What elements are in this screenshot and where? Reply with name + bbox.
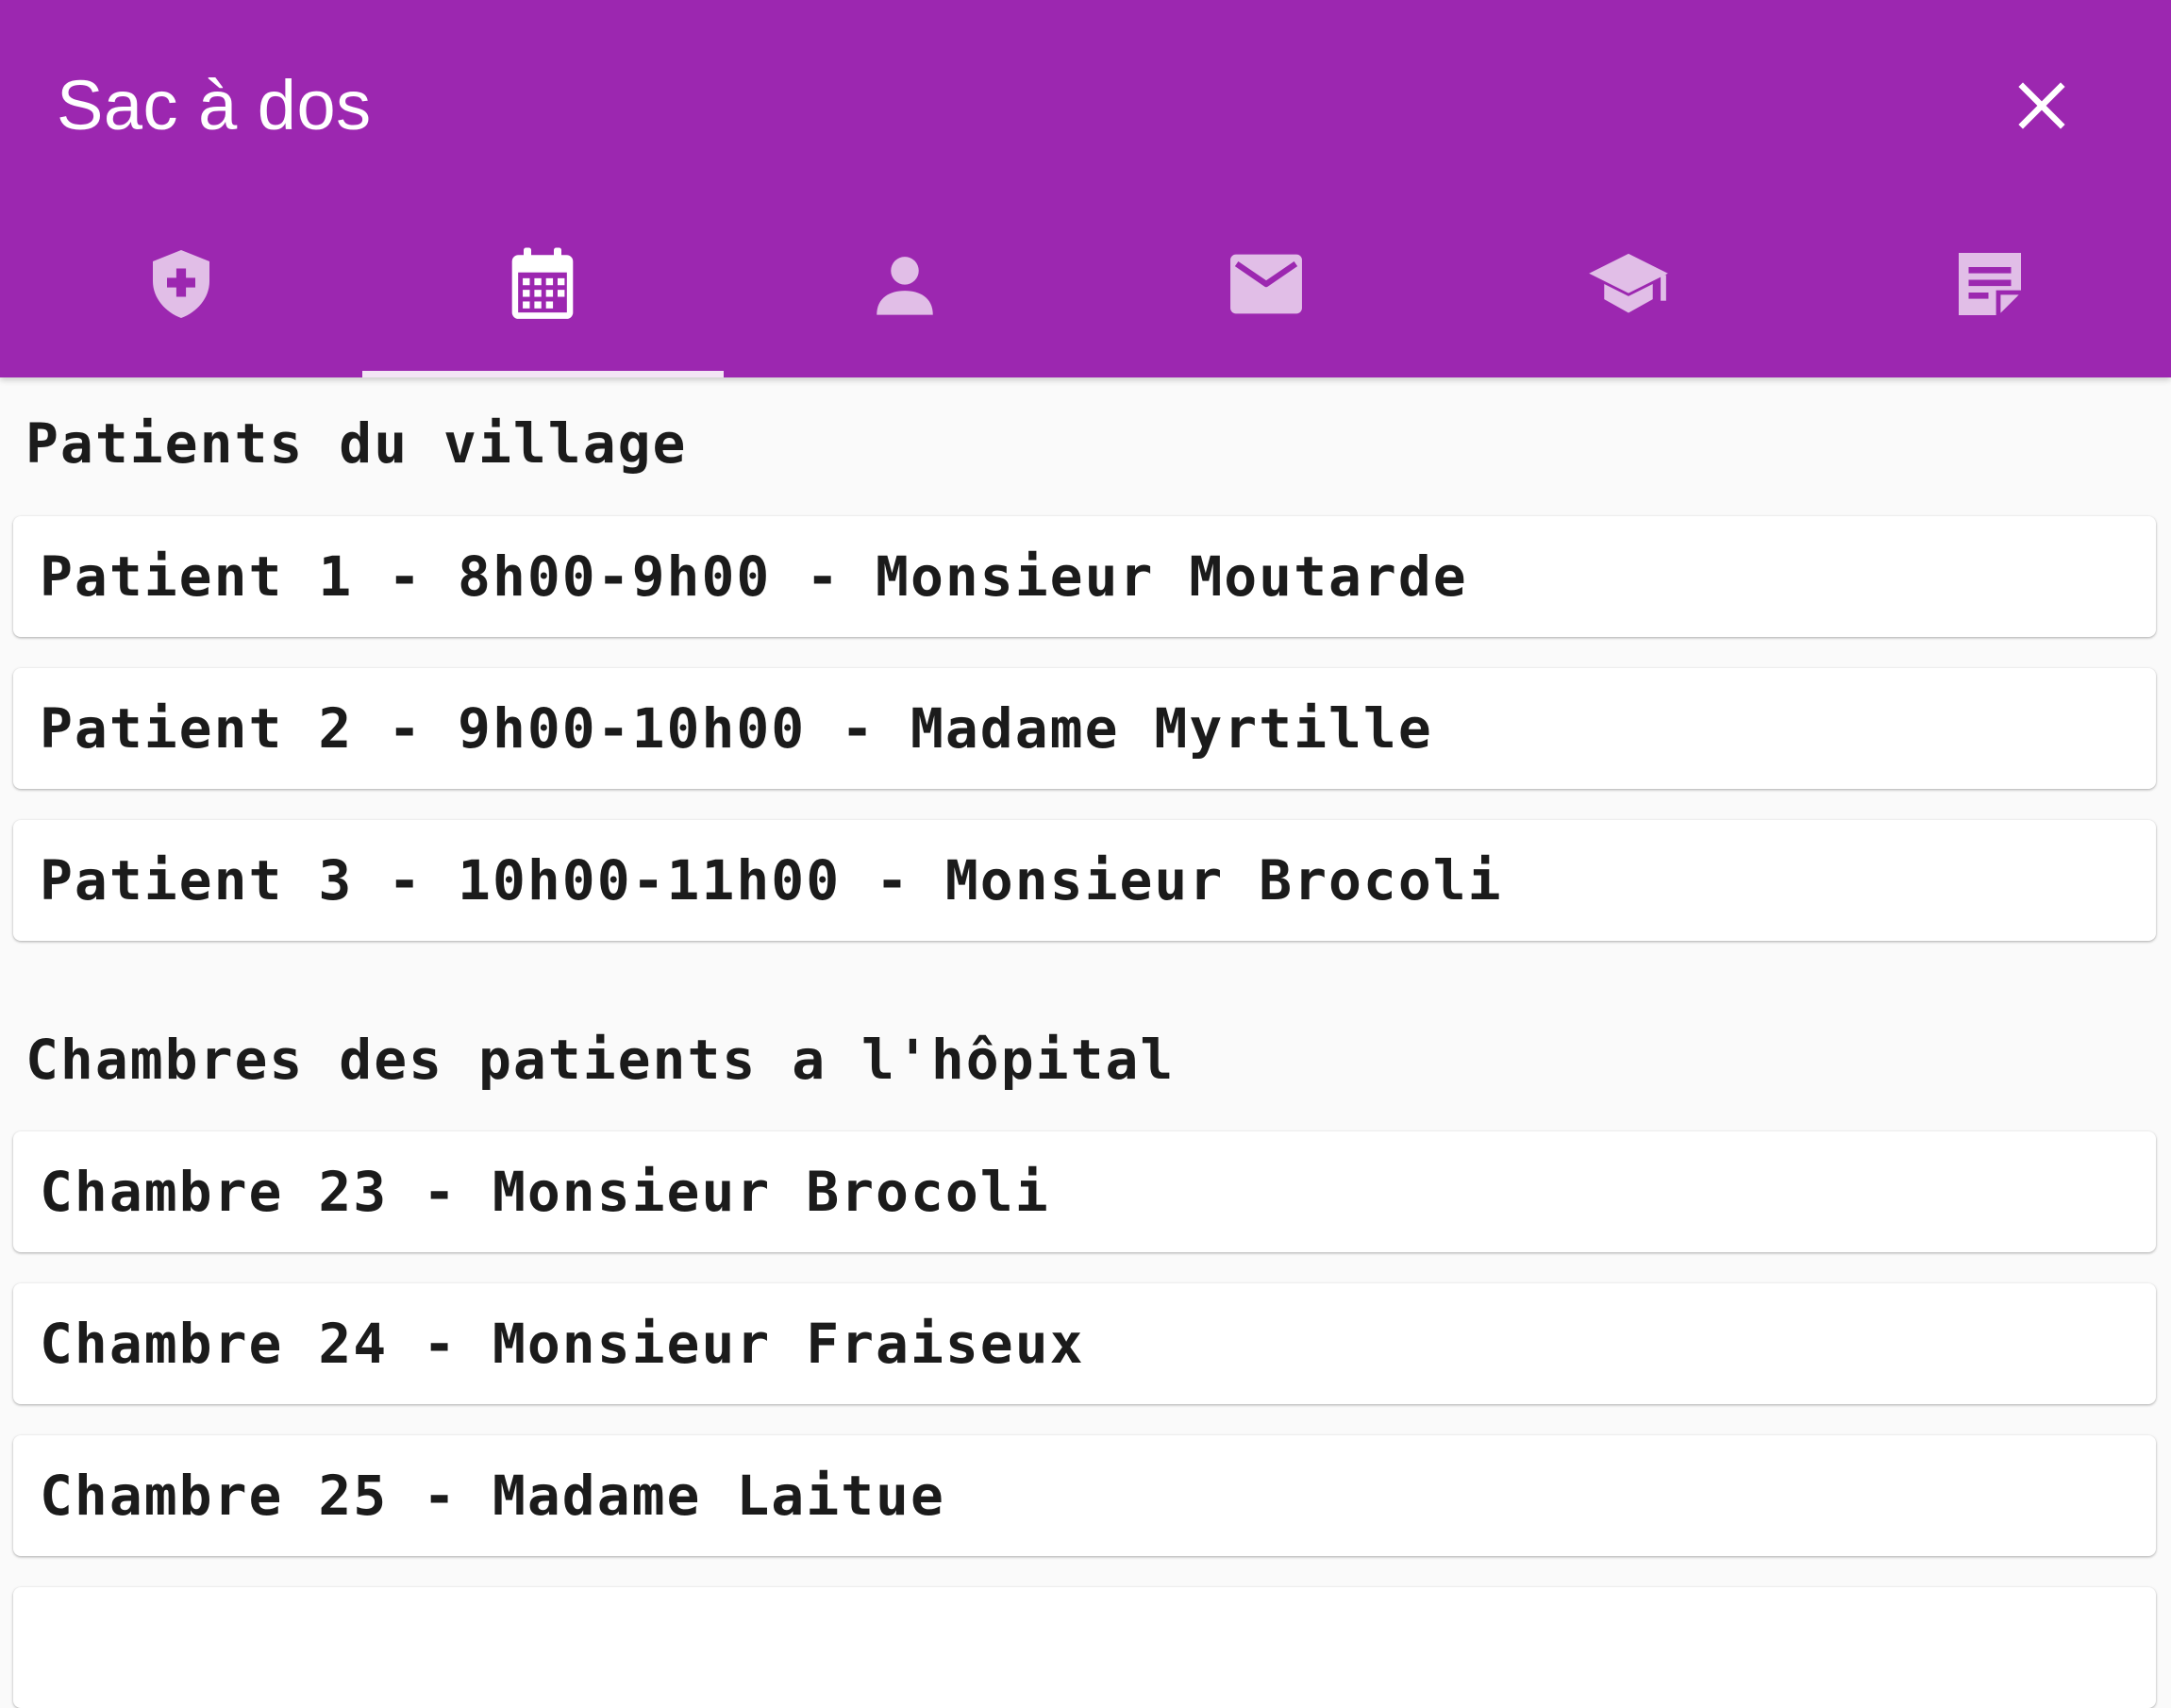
tab-education[interactable] bbox=[1447, 213, 1810, 377]
close-icon bbox=[2013, 77, 2070, 134]
list-item-label: Chambre 25 - Madame Laitue bbox=[40, 1464, 945, 1528]
list-item-label: Chambre 23 - Monsieur Brocoli bbox=[40, 1160, 1050, 1224]
list-item-label: Patient 1 - 8h00-9h00 - Monsieur Moutard… bbox=[40, 544, 1468, 609]
tab-messages[interactable] bbox=[1086, 213, 1448, 377]
list-item-label: Chambre 24 - Monsieur Fraiseux bbox=[40, 1312, 1085, 1376]
list-item-label: Patient 2 - 9h00-10h00 - Madame Myrtille bbox=[40, 696, 1433, 761]
person-icon bbox=[873, 252, 937, 316]
tab-health[interactable] bbox=[0, 213, 362, 377]
list-item[interactable]: Patient 2 - 9h00-10h00 - Madame Myrtille bbox=[13, 668, 2156, 789]
close-button[interactable] bbox=[1998, 62, 2085, 149]
list-item-partial[interactable] bbox=[13, 1587, 2156, 1708]
list-item[interactable]: Patient 1 - 8h00-9h00 - Monsieur Moutard… bbox=[13, 516, 2156, 637]
tab-notes[interactable] bbox=[1810, 213, 2171, 377]
tab-profile[interactable] bbox=[724, 213, 1086, 377]
page-title: Sac à dos bbox=[57, 60, 372, 151]
active-tab-indicator bbox=[362, 371, 725, 377]
app-bar: Sac à dos bbox=[0, 0, 2171, 377]
list-item[interactable]: Chambre 24 - Monsieur Fraiseux bbox=[13, 1283, 2156, 1404]
list-item[interactable]: Patient 3 - 10h00-11h00 - Monsieur Broco… bbox=[13, 820, 2156, 941]
graduation-cap-icon bbox=[1586, 250, 1671, 318]
section-title-village: Patients du village bbox=[25, 411, 687, 476]
list-item[interactable]: Chambre 23 - Monsieur Brocoli bbox=[13, 1131, 2156, 1252]
tab-bar bbox=[0, 213, 2171, 377]
note-icon bbox=[1956, 250, 2024, 318]
shield-plus-icon bbox=[147, 246, 215, 322]
tab-calendar[interactable] bbox=[362, 213, 725, 377]
list-item[interactable]: Chambre 25 - Madame Laitue bbox=[13, 1435, 2156, 1556]
calendar-icon bbox=[508, 246, 577, 322]
list-item-label: Patient 3 - 10h00-11h00 - Monsieur Broco… bbox=[40, 848, 1503, 913]
mail-icon bbox=[1228, 253, 1304, 315]
section-title-hospital: Chambres des patients a l'hôpital bbox=[25, 1028, 1175, 1092]
